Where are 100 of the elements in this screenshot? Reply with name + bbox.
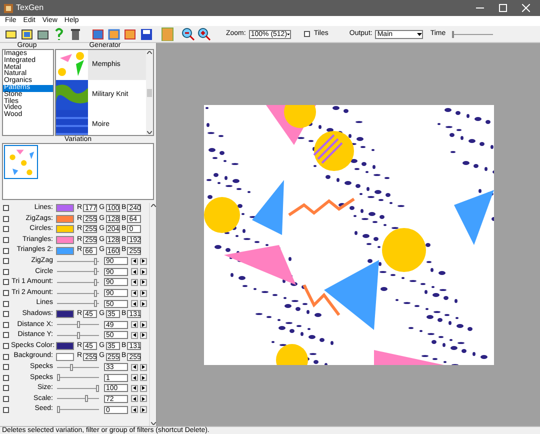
decrement-button[interactable]: [131, 268, 138, 276]
checkbox[interactable]: [3, 268, 9, 275]
increment-button[interactable]: [140, 290, 147, 297]
slider-thumb[interactable]: [76, 321, 80, 328]
scrollbar[interactable]: [149, 203, 156, 426]
slider[interactable]: [57, 300, 99, 308]
decrement-button[interactable]: [131, 278, 138, 286]
increment-button[interactable]: [140, 406, 147, 414]
checkbox[interactable]: [3, 216, 9, 222]
toolbar-button[interactable]: [122, 26, 137, 42]
slider[interactable]: [57, 268, 99, 276]
picture-icon: [20, 27, 34, 41]
slider-thumb[interactable]: [94, 268, 98, 276]
color-swatch[interactable]: [56, 246, 74, 255]
left-arrow-icon: [133, 396, 136, 401]
checkbox[interactable]: [3, 258, 9, 264]
decrement-button[interactable]: [131, 332, 138, 339]
slider-thumb[interactable]: [57, 374, 60, 382]
slider-thumb[interactable]: [94, 278, 98, 286]
slider[interactable]: [57, 395, 99, 402]
checkbox[interactable]: [3, 332, 9, 338]
slider-thumb[interactable]: [94, 258, 98, 265]
checkbox[interactable]: [3, 322, 9, 328]
slider[interactable]: [57, 374, 99, 382]
zoom-out-icon: [180, 27, 194, 41]
decrement-button[interactable]: [131, 406, 138, 414]
toolbar-button[interactable]: [138, 26, 153, 42]
color-swatch[interactable]: [56, 310, 74, 318]
square-icon: [122, 27, 136, 41]
increment-button[interactable]: [140, 384, 147, 392]
decrement-button[interactable]: [131, 395, 138, 402]
slider-thumb[interactable]: [57, 406, 60, 414]
slider-thumb[interactable]: [76, 332, 80, 339]
scrollbar[interactable]: [146, 50, 153, 135]
checkbox[interactable]: [3, 279, 9, 286]
color-swatch[interactable]: [56, 204, 74, 212]
checkbox[interactable]: [3, 290, 9, 296]
scrollbar-thumb[interactable]: [147, 88, 152, 96]
checkbox[interactable]: [3, 385, 9, 392]
slider-thumb[interactable]: [70, 364, 73, 371]
moire-thumbnail: [56, 110, 88, 135]
decrement-button[interactable]: [131, 321, 138, 328]
decrement-button[interactable]: [131, 300, 138, 308]
checkbox[interactable]: [3, 406, 9, 413]
checkbox[interactable]: [3, 354, 9, 360]
checkbox[interactable]: [3, 343, 9, 350]
slider-thumb[interactable]: [452, 30, 454, 38]
left-arrow-icon: [133, 322, 136, 327]
color-swatch[interactable]: [56, 225, 74, 234]
decrement-button[interactable]: [131, 364, 138, 371]
slider-thumb[interactable]: [85, 395, 88, 402]
checkbox[interactable]: [3, 311, 9, 318]
increment-button[interactable]: [140, 300, 147, 308]
slider[interactable]: [57, 290, 99, 297]
left-arrow-icon: [133, 386, 136, 390]
color-swatch[interactable]: [56, 352, 74, 361]
checkbox[interactable]: [3, 248, 9, 254]
slider[interactable]: [57, 364, 99, 371]
slider[interactable]: [57, 332, 99, 339]
maximize-icon: [499, 4, 507, 12]
time-slider[interactable]: [452, 30, 493, 38]
variation-thumbnail[interactable]: [4, 145, 38, 179]
zoom-in-icon: [196, 27, 210, 41]
right-arrow-icon: [142, 322, 145, 327]
increment-button[interactable]: [140, 332, 147, 339]
slider-thumb[interactable]: [96, 384, 99, 392]
slider[interactable]: [57, 406, 99, 414]
increment-button[interactable]: [140, 321, 147, 328]
increment-button[interactable]: [140, 395, 147, 402]
color-swatch[interactable]: [56, 236, 74, 244]
slider-thumb[interactable]: [94, 290, 98, 297]
checkbox[interactable]: [3, 237, 9, 244]
decrement-button[interactable]: [131, 384, 138, 392]
increment-button[interactable]: [140, 268, 147, 276]
increment-button[interactable]: [140, 364, 147, 371]
increment-button[interactable]: [140, 258, 147, 265]
checkbox[interactable]: [3, 226, 9, 232]
checkbox[interactable]: [3, 300, 9, 307]
slider[interactable]: [57, 321, 99, 328]
color-swatch[interactable]: [56, 214, 74, 223]
decrement-button[interactable]: [131, 290, 138, 297]
checkbox[interactable]: [3, 364, 9, 370]
right-arrow-icon: [142, 408, 145, 412]
increment-button[interactable]: [140, 278, 147, 286]
slider-thumb[interactable]: [94, 300, 98, 308]
slider[interactable]: [57, 278, 99, 286]
decrement-button[interactable]: [131, 374, 138, 382]
color-swatch[interactable]: [56, 342, 74, 350]
decrement-button[interactable]: [131, 258, 138, 265]
checkbox[interactable]: [3, 396, 9, 402]
toolbar-button[interactable]: [196, 26, 211, 42]
tiles-checkbox[interactable]: [304, 31, 310, 37]
toolbar-button[interactable]: [90, 26, 105, 42]
slider[interactable]: [57, 384, 99, 392]
checkbox[interactable]: [3, 205, 9, 212]
checkbox[interactable]: [3, 374, 9, 381]
toolbar-button[interactable]: [19, 26, 34, 42]
slider[interactable]: [57, 258, 99, 265]
increment-button[interactable]: [140, 374, 147, 382]
toolbar-button[interactable]: [180, 26, 195, 42]
